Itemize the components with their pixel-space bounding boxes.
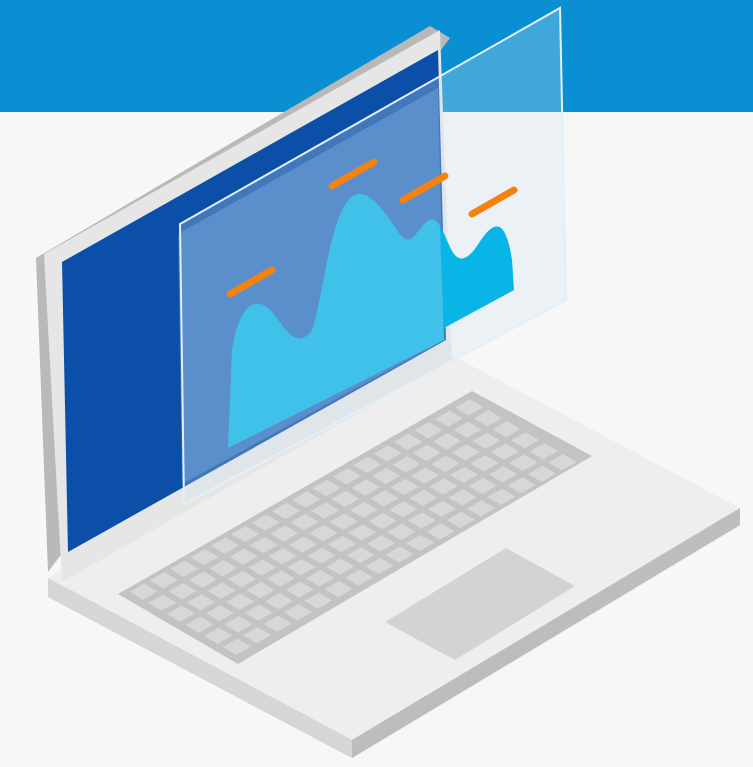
illustration-canvas (0, 0, 753, 767)
laptop-illustration (0, 0, 753, 767)
